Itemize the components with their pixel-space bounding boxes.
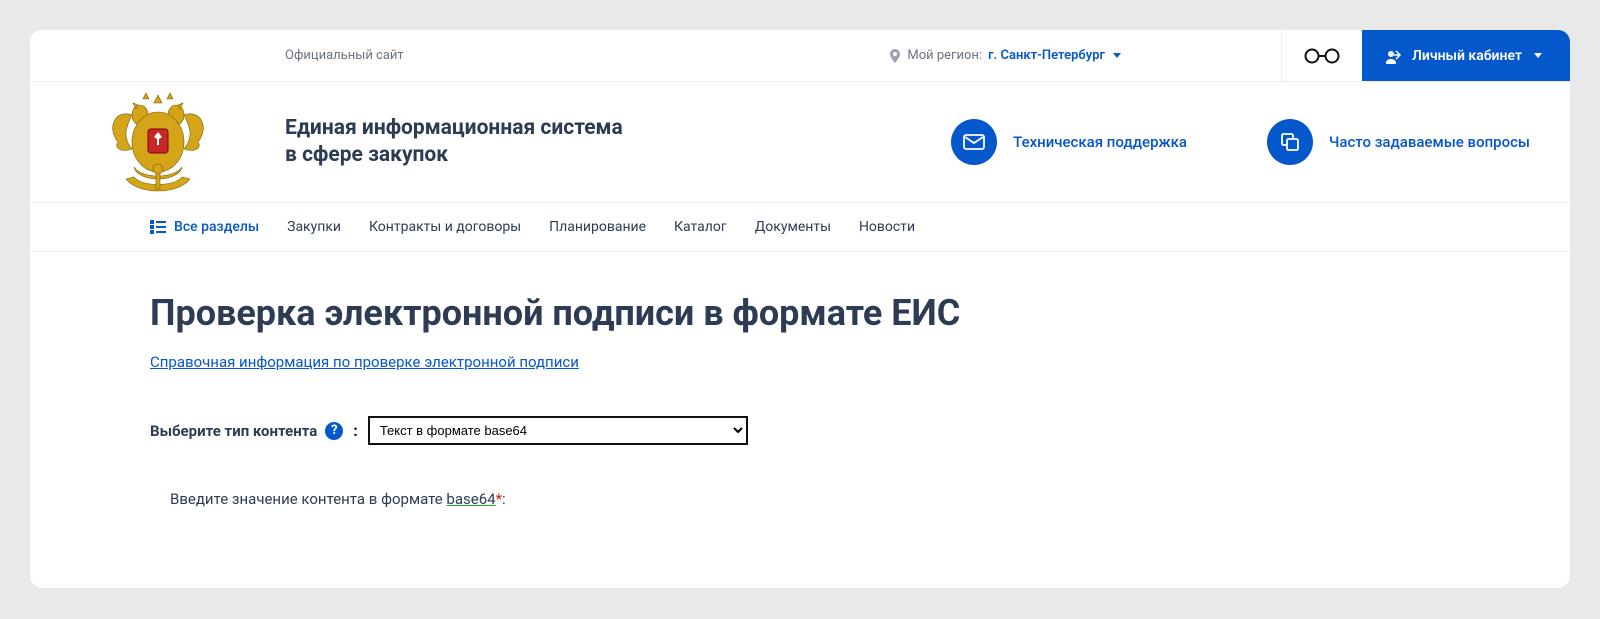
nav-item-purchases[interactable]: Закупки — [287, 219, 341, 235]
region-value: г. Санкт-Петербург — [988, 48, 1105, 63]
user-login-icon — [1384, 48, 1402, 64]
nav-item-planning[interactable]: Планирование — [549, 219, 646, 235]
nav-item-contracts[interactable]: Контракты и договоры — [369, 219, 521, 235]
faq-label: Часто задаваемые вопросы — [1329, 133, 1530, 151]
colon: : — [353, 421, 358, 440]
coat-of-arms-icon — [98, 87, 218, 197]
support-label: Техническая поддержка — [1013, 133, 1187, 151]
nav-item-news[interactable]: Новости — [859, 219, 915, 235]
cabinet-label: Личный кабинет — [1412, 48, 1522, 64]
support-link[interactable]: Техническая поддержка — [951, 119, 1187, 165]
content-prompt: Введите значение контента в формате base… — [170, 490, 1450, 508]
page-title: Проверка электронной подписи в формате Е… — [150, 292, 1450, 334]
help-link[interactable]: Справочная информация по проверке электр… — [150, 353, 579, 371]
list-icon — [150, 220, 166, 234]
chevron-down-icon — [1534, 53, 1542, 58]
nav-item-documents[interactable]: Документы — [755, 219, 831, 235]
official-site-label: Официальный сайт — [285, 48, 404, 63]
faq-link[interactable]: Часто задаваемые вопросы — [1267, 119, 1530, 165]
help-icon[interactable]: ? — [325, 422, 343, 440]
emblem-logo — [30, 87, 285, 197]
glasses-icon — [1304, 47, 1340, 65]
main-nav: Все разделы Закупки Контракты и договоры… — [30, 202, 1570, 252]
nav-all-sections[interactable]: Все разделы — [150, 219, 259, 235]
content-type-select[interactable]: Текст в формате base64 — [368, 416, 748, 445]
region-selector[interactable]: Мой регион: г. Санкт-Петербург — [889, 48, 1121, 63]
pin-icon — [889, 49, 901, 63]
accessibility-button[interactable] — [1281, 30, 1362, 81]
content-type-label: Выберите тип контента — [150, 422, 317, 440]
cabinet-button[interactable]: Личный кабинет — [1362, 30, 1570, 81]
nav-item-catalog[interactable]: Каталог — [674, 219, 727, 235]
site-title: Единая информационная система в сфере за… — [285, 115, 623, 170]
mail-icon — [951, 119, 997, 165]
chevron-down-icon — [1113, 53, 1121, 58]
copy-icon — [1267, 119, 1313, 165]
region-label: Мой регион: — [907, 48, 982, 63]
